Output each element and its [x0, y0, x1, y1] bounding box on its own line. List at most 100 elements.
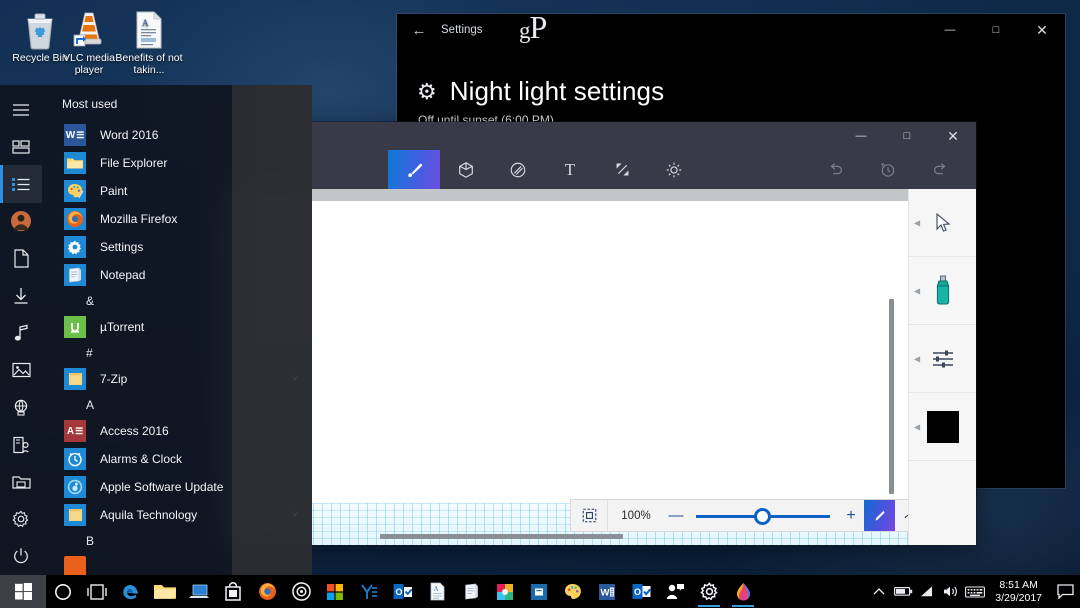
list-item-label: Word 2016 [100, 128, 159, 142]
paint3d-tool-panel: ◀ ◀ ◀ ◀ [908, 189, 976, 545]
yammer-icon[interactable] [352, 575, 386, 608]
outlook-web-icon[interactable]: O [386, 575, 420, 608]
settings-icon [64, 236, 86, 258]
thickness-sliders-icon [932, 350, 953, 367]
task-view-icon[interactable] [80, 575, 114, 608]
effects-icon[interactable] [648, 150, 700, 189]
thickness-sliders-tool[interactable]: ◀ [909, 325, 976, 393]
desktop-icon-label: Benefits of not takin... [115, 52, 183, 76]
word-icon[interactable]: W [590, 575, 624, 608]
file-explorer-icon [64, 152, 86, 174]
office-icon[interactable] [318, 575, 352, 608]
canvas-top-shade [232, 189, 908, 201]
start-menu-rail [0, 85, 42, 575]
back-arrow-icon[interactable]: ← [397, 14, 441, 46]
zoom-slider[interactable] [688, 500, 838, 531]
3d-objects-icon[interactable] [440, 150, 492, 189]
system-tray: 8:51 AM 3/29/2017 [867, 575, 1080, 608]
minimize-button[interactable]: — [927, 14, 973, 46]
zoom-in-button[interactable]: + [838, 500, 864, 531]
text-icon[interactable]: T [544, 150, 596, 189]
notepad-icon[interactable] [454, 575, 488, 608]
spotify-icon[interactable] [284, 575, 318, 608]
network-icon[interactable] [0, 389, 42, 426]
videos-icon[interactable] [0, 426, 42, 463]
volume-icon[interactable] [939, 585, 963, 598]
settings-gear-icon[interactable] [0, 501, 42, 538]
keyboard-icon[interactable] [963, 585, 987, 598]
zoom-toolbar: 100% — + [570, 499, 927, 532]
settings-icon[interactable] [692, 575, 726, 608]
fit-to-screen-icon[interactable] [571, 500, 608, 531]
music-icon[interactable] [0, 314, 42, 351]
desktop-icon-benefits-doc[interactable]: A Benefits of not takin... [113, 6, 185, 76]
hamburger-icon[interactable] [0, 91, 42, 128]
wordpad-icon[interactable]: A [420, 575, 454, 608]
cortana-icon[interactable] [46, 575, 80, 608]
remote-desktop-icon[interactable] [182, 575, 216, 608]
list-item-label: Access 2016 [100, 424, 169, 438]
paint3d-toolbar: T [232, 150, 976, 189]
color-swatch-tool[interactable]: ◀ [909, 393, 976, 461]
seven-zip-folder-icon [64, 368, 86, 390]
access-icon: A ☰ [64, 420, 86, 442]
svg-text:O: O [634, 587, 641, 597]
redo-icon[interactable] [914, 150, 966, 189]
downloads-icon[interactable] [0, 277, 42, 314]
canvas-icon[interactable] [596, 150, 648, 189]
personal-folder-icon[interactable] [0, 463, 42, 500]
windows-start-icon[interactable] [0, 575, 46, 608]
art-tools-icon[interactable] [388, 150, 440, 189]
taskbar-clock[interactable]: 8:51 AM 3/29/2017 [987, 579, 1050, 605]
store-icon[interactable] [216, 575, 250, 608]
maximize-button[interactable]: □ [973, 14, 1019, 46]
maximize-button[interactable]: □ [884, 122, 930, 150]
horizontal-scrollbar[interactable] [380, 534, 623, 539]
taskbar: O A W O 8:51 AM 3/29/2017 [0, 575, 1080, 608]
vertical-scrollbar[interactable] [889, 299, 894, 494]
list-item-label: Paint [100, 184, 128, 198]
action-center-icon[interactable] [1050, 584, 1080, 599]
list-item-label: µTorrent [100, 320, 145, 334]
start-menu[interactable]: Most used W ☰ Word 2016 File Explorer Pai… [0, 85, 312, 575]
close-button[interactable]: ✕ [930, 122, 976, 150]
close-button[interactable]: ✕ [1019, 14, 1065, 46]
user-avatar[interactable] [0, 203, 42, 240]
skype-icon[interactable] [658, 575, 692, 608]
sidebar-item-all-apps[interactable] [0, 165, 42, 203]
list-item-label: File Explorer [100, 156, 168, 170]
tiles-icon[interactable] [0, 128, 42, 165]
drawing-canvas[interactable] [232, 201, 908, 545]
edge-icon[interactable] [114, 575, 148, 608]
publisher-icon[interactable] [522, 575, 556, 608]
marker-pen-tool[interactable]: ◀ [909, 257, 976, 325]
firefox-icon[interactable] [250, 575, 284, 608]
file-explorer-icon[interactable] [148, 575, 182, 608]
show-hidden-icons-chevron[interactable] [867, 587, 891, 596]
slack-icon[interactable] [488, 575, 522, 608]
stickers-icon[interactable] [492, 150, 544, 189]
chevron-left-icon: ◀ [914, 422, 921, 431]
documents-icon[interactable] [0, 240, 42, 277]
wifi-icon[interactable] [915, 585, 939, 598]
pictures-icon[interactable] [0, 352, 42, 389]
paint-icon[interactable] [556, 575, 590, 608]
battery-icon[interactable] [891, 586, 915, 597]
list-item-label: Mozilla Firefox [100, 212, 178, 226]
start-menu-tiles-area[interactable] [232, 85, 312, 575]
paint3d-window[interactable]: 3D — □ ✕ T [232, 122, 976, 545]
color-swatch-black[interactable] [926, 410, 959, 443]
paint3d-icon[interactable] [726, 575, 760, 608]
undo-icon[interactable] [810, 150, 862, 189]
select-cursor-tool[interactable]: ◀ [909, 189, 976, 257]
minimize-button[interactable]: — [838, 122, 884, 150]
zoom-slider-thumb[interactable] [754, 508, 771, 525]
word-icon: W ☰ [64, 124, 86, 146]
zoom-out-button[interactable]: — [664, 500, 688, 531]
history-icon[interactable] [862, 150, 914, 189]
watermark-g: g [519, 18, 530, 43]
chevron-left-icon: ◀ [914, 354, 921, 363]
pen-tool-icon[interactable] [864, 500, 895, 531]
outlook-icon[interactable]: O [624, 575, 658, 608]
power-icon[interactable] [0, 538, 42, 575]
